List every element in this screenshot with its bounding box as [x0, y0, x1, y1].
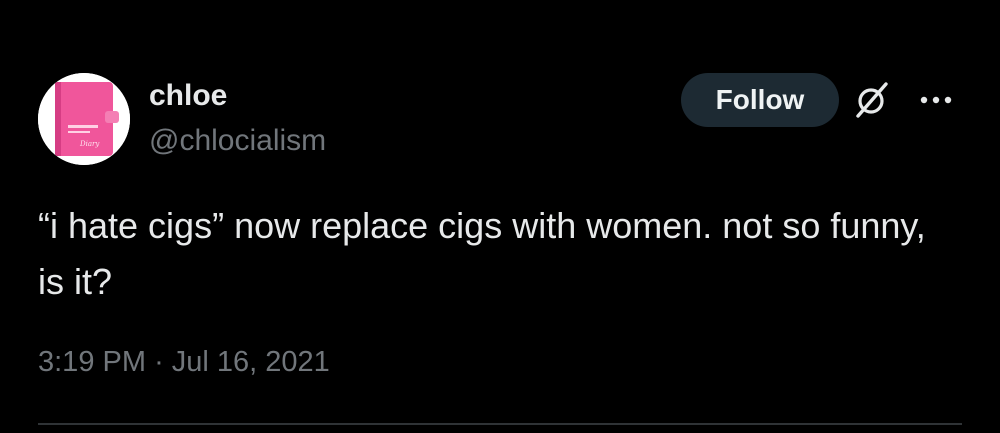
author-display-name[interactable]: chloe — [149, 78, 227, 114]
pink-diary-icon: Diary — [38, 73, 130, 165]
svg-text:Diary: Diary — [79, 140, 100, 148]
tweet-timestamp[interactable]: 3:19 PM · Jul 16, 2021 — [38, 342, 330, 382]
author-handle[interactable]: @chlocialism — [149, 123, 326, 159]
avatar[interactable]: Diary — [38, 73, 130, 165]
tweet-text: “i hate cigs” now replace cigs with wome… — [38, 205, 926, 302]
meta-separator: · — [154, 346, 164, 378]
tweet-time[interactable]: 3:19 PM — [38, 346, 146, 378]
divider — [38, 423, 962, 425]
grok-icon[interactable] — [853, 81, 891, 119]
tweet-date[interactable]: Jul 16, 2021 — [172, 346, 330, 378]
follow-button[interactable]: Follow — [681, 73, 839, 127]
more-icon[interactable] — [912, 86, 960, 114]
